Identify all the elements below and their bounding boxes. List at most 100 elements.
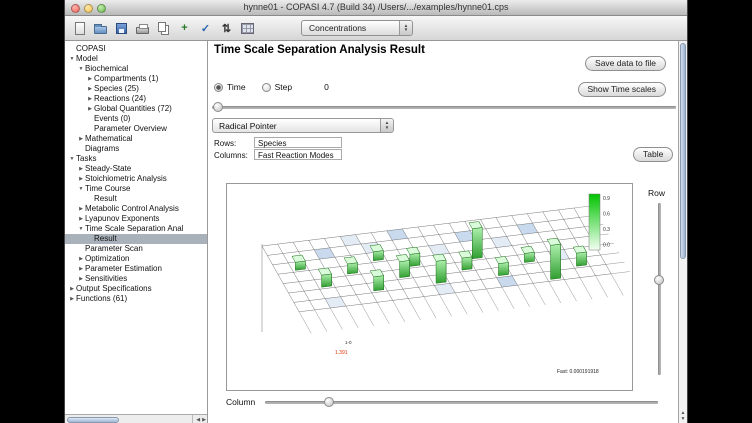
axes-info-table: Rows: Species Columns: Fast Reaction Mod…	[214, 137, 342, 161]
disclosure-down-icon[interactable]: ▼	[77, 224, 85, 234]
disclosure-right-icon[interactable]: ▶	[77, 274, 85, 284]
sidebar-item-reactions-24[interactable]: ▶Reactions (24)	[65, 94, 207, 104]
row-slider-thumb[interactable]	[654, 275, 664, 285]
time-step-radio-group: Time Step 0	[214, 82, 329, 92]
sidebar-item-result[interactable]: Result	[65, 234, 207, 244]
sidebar-item-mathematical[interactable]: ▶Mathematical	[65, 134, 207, 144]
disclosure-right-icon[interactable]: ▶	[77, 164, 85, 174]
sidebar-item-result[interactable]: Result	[65, 194, 207, 204]
sidebar-item-events-0[interactable]: Events (0)	[65, 114, 207, 124]
sidebar-item-species-25[interactable]: ▶Species (25)	[65, 84, 207, 94]
step-radio-label[interactable]: Step	[275, 82, 293, 92]
disclosure-right-icon[interactable]: ▶	[86, 84, 94, 94]
sidebar-item-lyapunov-exponents[interactable]: ▶Lyapunov Exponents	[65, 214, 207, 224]
disclosure-right-icon[interactable]: ▶	[86, 94, 94, 104]
new-document-icon[interactable]	[71, 19, 88, 37]
row-slider[interactable]	[652, 203, 666, 375]
sort-arrows-icon[interactable]: ⇅	[218, 19, 235, 37]
sidebar-item-diagrams[interactable]: Diagrams	[65, 144, 207, 154]
disclosure-right-icon[interactable]: ▶	[77, 254, 85, 264]
sidebar-item-label: COPASI	[76, 44, 106, 53]
sidebar-item-compartments-1[interactable]: ▶Compartments (1)	[65, 74, 207, 84]
disclosure-down-icon[interactable]: ▼	[77, 64, 85, 74]
scrollbar-thumb[interactable]	[67, 417, 119, 423]
sidebar-item-label: Optimization	[85, 254, 129, 263]
open-folder-icon[interactable]	[92, 19, 109, 37]
sidebar-item-global-quantities-72[interactable]: ▶Global Quantities (72)	[65, 104, 207, 114]
result-mode-dropdown[interactable]: Radical Pointer ▲▼	[212, 118, 394, 133]
time-radio[interactable]	[214, 83, 223, 92]
sidebar-horizontal-scrollbar[interactable]: ◀▶	[65, 414, 207, 423]
step-radio[interactable]	[262, 83, 271, 92]
scroll-left-icon[interactable]: ◀	[196, 417, 200, 423]
sidebar-item-functions-61[interactable]: ▶Functions (61)	[65, 294, 207, 304]
sidebar-item-optimization[interactable]: ▶Optimization	[65, 254, 207, 264]
column-slider[interactable]	[265, 396, 658, 408]
sidebar-item-time-scale-separation-anal[interactable]: ▼Time Scale Separation Anal	[65, 224, 207, 234]
time-slider[interactable]	[212, 101, 676, 113]
row-slider-track[interactable]	[658, 203, 661, 375]
plot-area[interactable]: 0.90.60.30.0 1-0 1.391 Fast: 0.000191918	[226, 183, 633, 391]
plot-svg[interactable]: 0.90.60.30.0 1-0 1.391 Fast: 0.000191918	[227, 184, 632, 390]
disclosure-right-icon[interactable]: ▶	[77, 174, 85, 184]
sidebar-item-stoichiometric-analysis[interactable]: ▶Stoichiometric Analysis	[65, 174, 207, 184]
disclosure-right-icon[interactable]: ▶	[77, 214, 85, 224]
disclosure-right-icon[interactable]: ▶	[86, 104, 94, 114]
sidebar-item-sensitivities[interactable]: ▶Sensitivities	[65, 274, 207, 284]
disclosure-right-icon[interactable]: ▶	[68, 294, 76, 304]
sidebar-item-tasks[interactable]: ▼Tasks	[65, 154, 207, 164]
table-icon[interactable]	[239, 19, 256, 37]
column-slider-thumb[interactable]	[324, 397, 334, 407]
check-icon[interactable]: ✓	[197, 19, 214, 37]
svg-text:0.9: 0.9	[603, 196, 610, 202]
disclosure-down-icon[interactable]: ▼	[68, 54, 76, 64]
window-title: hynne01 - COPASI 4.7 (Build 34) /Users/.…	[65, 0, 687, 15]
rows-info-row: Rows: Species	[214, 137, 342, 149]
save-icon[interactable]	[113, 19, 130, 37]
scrollbar-arrows[interactable]: ▲▼	[679, 410, 687, 422]
sidebar-item-metabolic-control-analysis[interactable]: ▶Metabolic Control Analysis	[65, 204, 207, 214]
scrollbar-thumb[interactable]	[680, 43, 686, 259]
window-vertical-scrollbar[interactable]: ▲▼	[678, 41, 687, 423]
save-data-button[interactable]: Save data to file	[585, 56, 666, 71]
page-title: Time Scale Separation Analysis Result	[214, 44, 425, 56]
column-slider-row: Column	[226, 396, 658, 408]
sidebar-item-model[interactable]: ▼Model	[65, 54, 207, 64]
concentrations-dropdown[interactable]: Concentrations ▲▼	[301, 20, 413, 36]
disclosure-right-icon[interactable]: ▶	[86, 74, 94, 84]
disclosure-down-icon[interactable]: ▼	[77, 184, 85, 194]
disclosure-right-icon[interactable]: ▶	[77, 264, 85, 274]
disclosure-right-icon[interactable]: ▶	[77, 134, 85, 144]
toolbar-icon-group: +✓⇅	[71, 19, 256, 37]
sidebar-item-copasi[interactable]: COPASI	[65, 44, 207, 54]
time-slider-thumb[interactable]	[213, 102, 223, 112]
scroll-down-icon[interactable]: ▼	[681, 416, 686, 422]
colorbar-ticks: 0.90.60.30.0	[603, 196, 610, 249]
time-radio-label[interactable]: Time	[227, 82, 246, 92]
print-icon[interactable]	[134, 19, 151, 37]
sidebar-item-steady-state[interactable]: ▶Steady-State	[65, 164, 207, 174]
titlebar[interactable]: hynne01 - COPASI 4.7 (Build 34) /Users/.…	[65, 0, 687, 16]
sidebar-item-parameter-overview[interactable]: Parameter Overview	[65, 124, 207, 134]
zoom-button[interactable]	[97, 4, 106, 13]
copy-icon[interactable]	[155, 19, 172, 37]
scrollbar-arrows[interactable]: ◀▶	[192, 415, 206, 423]
show-time-scales-button[interactable]: Show Time scales	[578, 82, 667, 97]
table-button[interactable]: Table	[633, 147, 673, 162]
colorbar-legend	[589, 194, 600, 250]
scroll-right-icon[interactable]: ▶	[202, 417, 206, 423]
sidebar-item-time-course[interactable]: ▼Time Course	[65, 184, 207, 194]
disclosure-down-icon[interactable]: ▼	[68, 154, 76, 164]
window-controls	[71, 4, 106, 13]
sidebar-item-output-specifications[interactable]: ▶Output Specifications	[65, 284, 207, 294]
time-slider-track[interactable]	[212, 106, 676, 109]
add-icon[interactable]: +	[176, 19, 193, 37]
close-button[interactable]	[71, 4, 80, 13]
sidebar-item-parameter-scan[interactable]: Parameter Scan	[65, 244, 207, 254]
minimize-button[interactable]	[84, 4, 93, 13]
disclosure-right-icon[interactable]: ▶	[77, 204, 85, 214]
sidebar-item-biochemical[interactable]: ▼Biochemical	[65, 64, 207, 74]
sidebar-item-parameter-estimation[interactable]: ▶Parameter Estimation	[65, 264, 207, 274]
sidebar-item-label: Time Course	[85, 184, 131, 193]
disclosure-right-icon[interactable]: ▶	[68, 284, 76, 294]
